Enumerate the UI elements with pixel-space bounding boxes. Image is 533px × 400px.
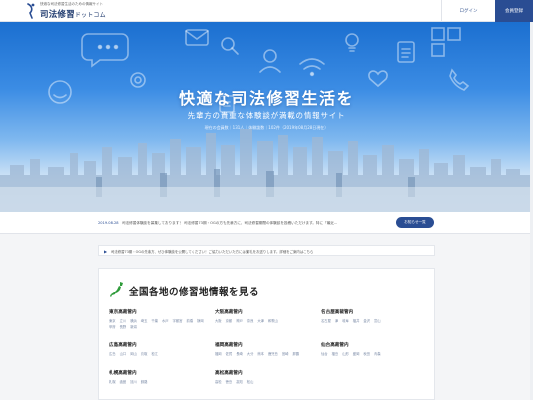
news-list-button[interactable]: お知らせ一覧 <box>396 217 434 228</box>
place-link[interactable]: 徳島 <box>226 380 233 384</box>
place-link[interactable]: 長崎 <box>236 352 243 356</box>
place-link[interactable]: 山口 <box>120 352 127 356</box>
place-link[interactable]: 名古屋 <box>321 319 331 323</box>
place-link[interactable]: 松山 <box>247 380 254 384</box>
region-block: 名古屋高裁管内 名古屋津岐阜 福井 金沢 富山 <box>321 309 425 324</box>
place-link[interactable]: 盛岡 <box>353 352 360 356</box>
place-link[interactable]: 横浜 <box>130 319 137 323</box>
region-title[interactable]: 福岡高裁管内 <box>215 342 319 348</box>
place-link[interactable]: 高松 <box>215 380 222 384</box>
place-link[interactable]: 秋田 <box>363 352 370 356</box>
place-link[interactable]: 宮崎 <box>282 352 289 356</box>
place-link[interactable]: 熊本 <box>257 352 264 356</box>
place-link[interactable]: 東京 <box>109 319 116 323</box>
place-link[interactable]: 津 <box>335 319 338 323</box>
hero-banner: 快適な司法修習生活を 先輩方の貴重な体験談が満載の情報サイト 現在の会員数｜13… <box>0 22 533 212</box>
region-place-links: 札幌 函館 旭川 釧路 <box>109 379 213 385</box>
page: 快適な司法修習生活のための情報サイト 司法修習ドットコム ログイン 会員登録 快… <box>0 0 533 400</box>
place-link[interactable]: 京都 <box>226 319 233 323</box>
place-link[interactable]: 奈良 <box>247 319 254 323</box>
place-link[interactable]: 仙台 <box>321 352 328 356</box>
region-place-links: 広島 山口 岡山 鳥取 松江 <box>109 351 213 357</box>
place-link[interactable]: 立川 <box>120 319 127 323</box>
region-block: 東京高裁管内 東京 立川 横浜 埼玉 千葉 水戸 宇都宮 前橋 静岡甲府 長野 新潟 <box>109 309 213 330</box>
place-link[interactable]: 富山 <box>374 319 381 323</box>
login-button[interactable]: ログイン <box>441 0 495 22</box>
region-place-links: 大阪 京都 神戸 奈良 大津 和歌山 <box>215 318 319 324</box>
region-block: 仙台高裁管内 仙台 福島 山形 盛岡 秋田 青森 <box>321 342 425 357</box>
site-logo[interactable]: 司法修習ドットコム <box>40 8 106 20</box>
region-place-links: 福岡 佐賀 長崎 大分 熊本 鹿児島 宮崎 那覇 <box>215 351 319 357</box>
region-block: 高松高裁管内 高松 徳島 高知 松山 <box>215 370 319 385</box>
region-place-links: 高松 徳島 高知 松山 <box>215 379 319 385</box>
regions-card: 全国各地の修習地情報を見る 東京高裁管内 東京 立川 横浜 埼玉 千葉 水戸 宇都宮 前橋 静岡甲… <box>98 268 435 400</box>
place-link[interactable]: 広島 <box>109 352 116 356</box>
city-skyline-illustration <box>0 129 533 212</box>
place-link[interactable]: 静岡 <box>197 319 204 323</box>
news-date: 2019.08.28 <box>98 221 119 225</box>
regions-section-title: 全国各地の修習地情報を見る <box>129 287 260 298</box>
place-link[interactable]: 佐賀 <box>226 352 233 356</box>
place-link[interactable]: 福島 <box>332 352 339 356</box>
place-link[interactable]: 神戸 <box>236 319 243 323</box>
place-link[interactable]: 山形 <box>342 352 349 356</box>
logo-suffix-text: ドットコム <box>74 12 106 19</box>
place-link[interactable]: 青森 <box>374 352 381 356</box>
place-link[interactable]: 岐阜 <box>342 319 349 323</box>
place-link[interactable]: 埼玉 <box>141 319 148 323</box>
site-header: 快適な司法修習生活のための情報サイト 司法修習ドットコム ログイン 会員登録 <box>0 0 533 22</box>
place-link[interactable]: 金沢 <box>363 319 370 323</box>
place-link[interactable]: 福岡 <box>215 352 222 356</box>
logo-main-text: 司法修習 <box>40 10 75 20</box>
place-link[interactable]: 鳥取 <box>141 352 148 356</box>
place-link[interactable]: 新潟 <box>130 325 137 329</box>
site-tagline: 快適な司法修習生活のための情報サイト <box>40 2 103 6</box>
place-link[interactable]: 札幌 <box>109 380 116 384</box>
place-link[interactable]: 高知 <box>236 380 243 384</box>
place-link[interactable]: 函館 <box>120 380 127 384</box>
region-block: 広島高裁管内 広島 山口 岡山 鳥取 松江 <box>109 342 213 357</box>
notice-banner[interactable]: ▶ 司法修習73期・OGの先輩方、ぜひ体験談を公開してください！ご協力いただいた… <box>98 245 435 256</box>
place-link[interactable]: 岡山 <box>130 352 137 356</box>
place-link[interactable]: 鹿児島 <box>268 352 278 356</box>
place-link[interactable]: 旭川 <box>130 380 137 384</box>
logo-icon <box>27 3 35 19</box>
place-link[interactable]: 前橋 <box>186 319 193 323</box>
region-title[interactable]: 大阪高裁管内 <box>215 309 319 315</box>
region-block: 大阪高裁管内 大阪 京都 神戸 奈良 大津 和歌山 <box>215 309 319 324</box>
region-place-links: 仙台 福島 山形 盛岡 秋田 青森 <box>321 351 425 357</box>
region-title[interactable]: 高松高裁管内 <box>215 370 319 376</box>
region-title[interactable]: 仙台高裁管内 <box>321 342 425 348</box>
place-link[interactable]: 和歌山 <box>268 319 278 323</box>
notice-text: 司法修習73期・OGの先輩方、ぜひ体験談を公開してください！ご協力いただいた方に… <box>111 250 314 254</box>
news-headline-link[interactable]: 司法修習体験談を募集しております！ 司法修習73期・OGの方も先輩方に、司法修習… <box>122 221 392 226</box>
place-link[interactable]: 松江 <box>151 352 158 356</box>
register-button[interactable]: 会員登録 <box>495 0 533 22</box>
region-title[interactable]: 名古屋高裁管内 <box>321 309 425 315</box>
megaphone-icon: ▶ <box>104 249 108 254</box>
place-link[interactable]: 長野 <box>120 325 127 329</box>
region-title[interactable]: 東京高裁管内 <box>109 309 213 315</box>
place-link[interactable]: 福井 <box>353 319 360 323</box>
region-place-links: 名古屋津岐阜 福井 金沢 富山 <box>321 318 425 324</box>
hero-title: 快適な司法修習生活を <box>178 89 354 108</box>
place-link[interactable]: 水戸 <box>162 319 169 323</box>
place-link[interactable]: 甲府 <box>109 325 116 329</box>
place-link[interactable]: 宇都宮 <box>173 319 183 323</box>
region-place-links: 東京 立川 横浜 埼玉 千葉 水戸 宇都宮 前橋 静岡甲府 長野 新潟 <box>109 318 213 330</box>
place-link[interactable]: 那覇 <box>292 352 299 356</box>
place-link[interactable]: 千葉 <box>151 319 158 323</box>
region-title[interactable]: 広島高裁管内 <box>109 342 213 348</box>
japan-map-icon <box>110 282 123 297</box>
region-block: 札幌高裁管内 札幌 函館 旭川 釧路 <box>109 370 213 385</box>
region-block: 福岡高裁管内 福岡 佐賀 長崎 大分 熊本 鹿児島 宮崎 那覇 <box>215 342 319 357</box>
place-link[interactable]: 大津 <box>257 319 264 323</box>
place-link[interactable]: 大阪 <box>215 319 222 323</box>
news-bar: 2019.08.28 司法修習体験談を募集しております！ 司法修習73期・OGの… <box>0 212 533 234</box>
region-title[interactable]: 札幌高裁管内 <box>109 370 213 376</box>
place-link[interactable]: 釧路 <box>141 380 148 384</box>
place-link[interactable]: 大分 <box>247 352 254 356</box>
